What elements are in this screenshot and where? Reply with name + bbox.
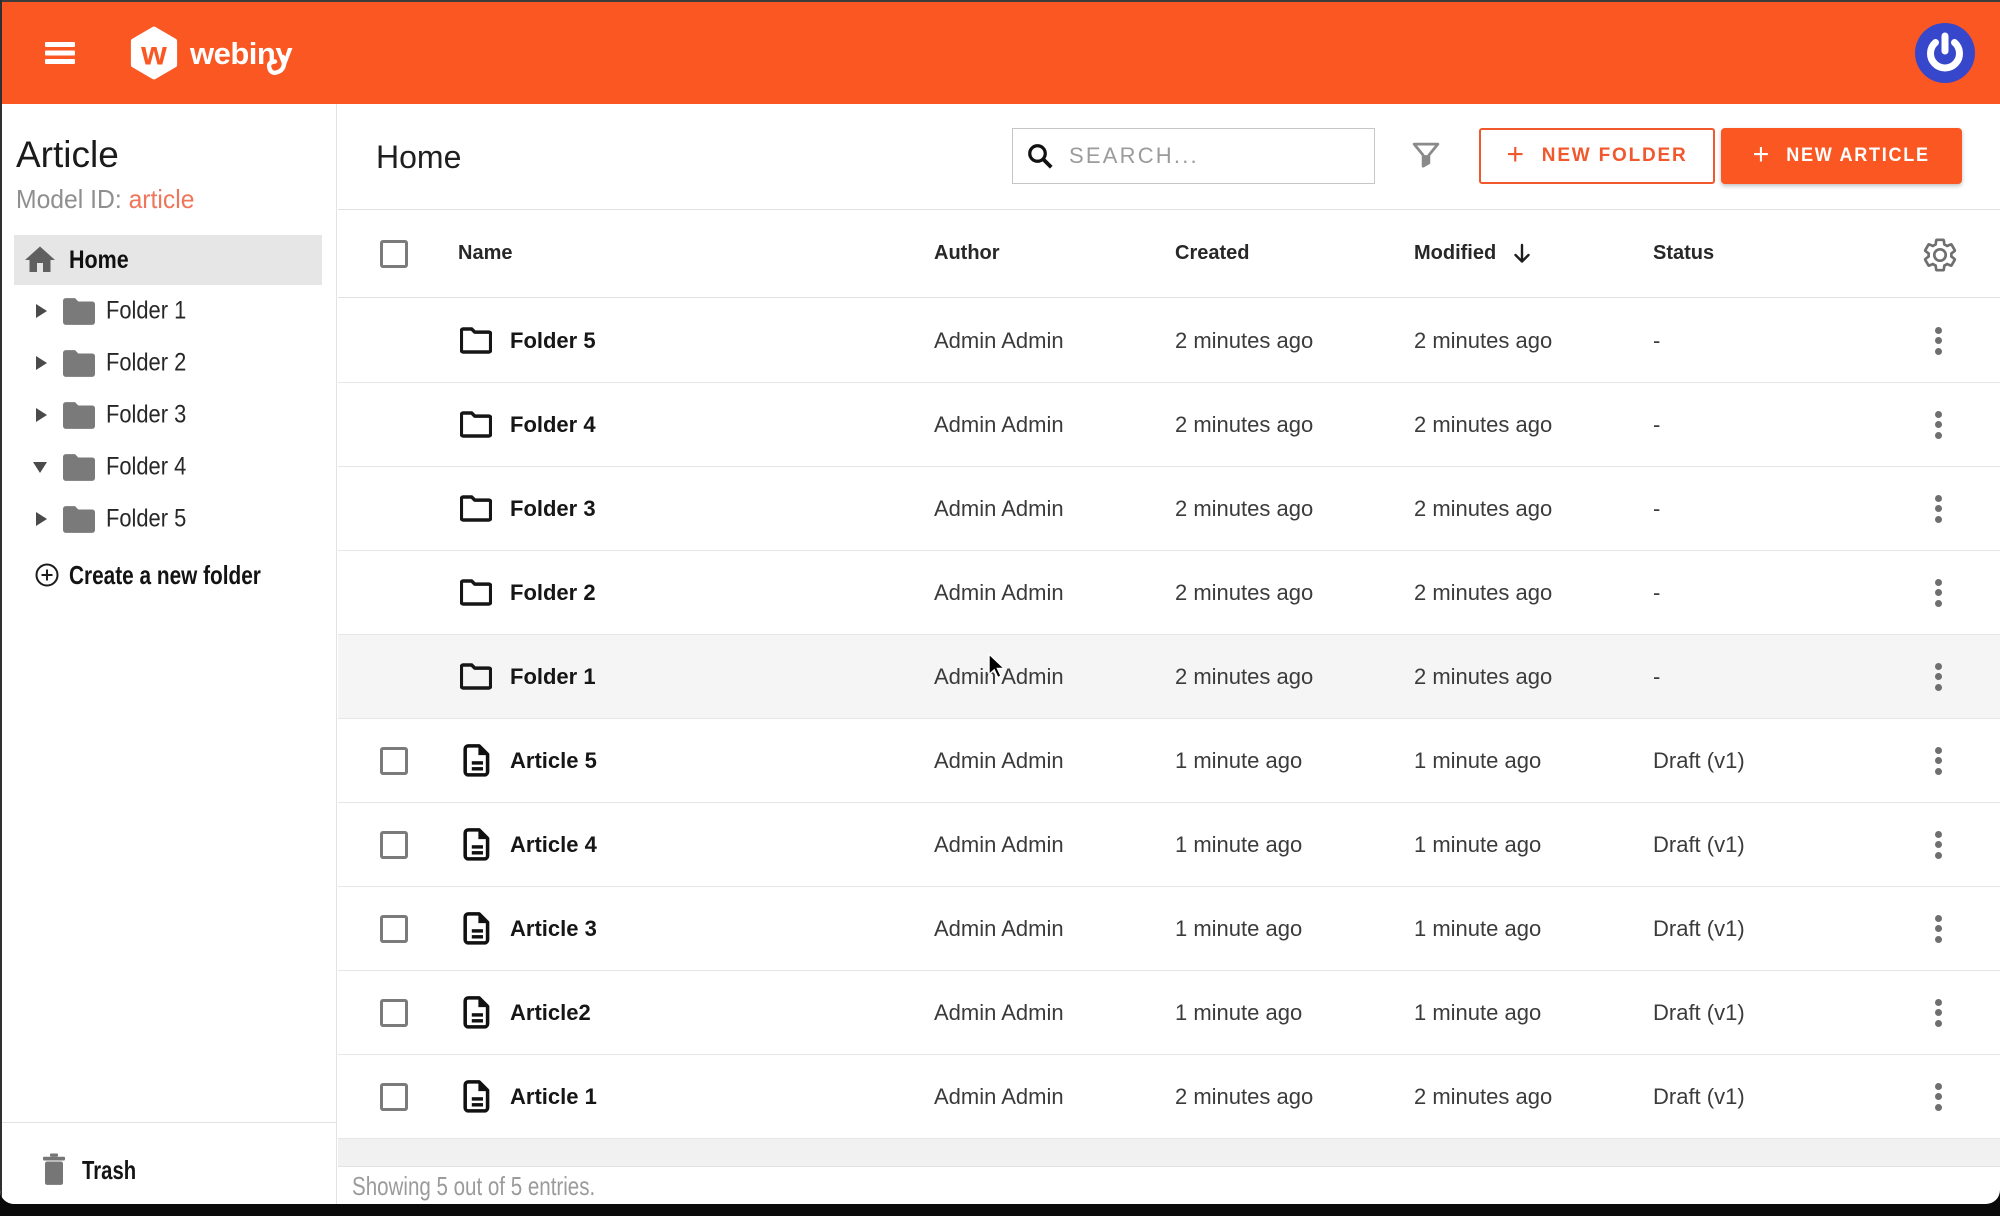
svg-text:w: w [140, 35, 167, 72]
